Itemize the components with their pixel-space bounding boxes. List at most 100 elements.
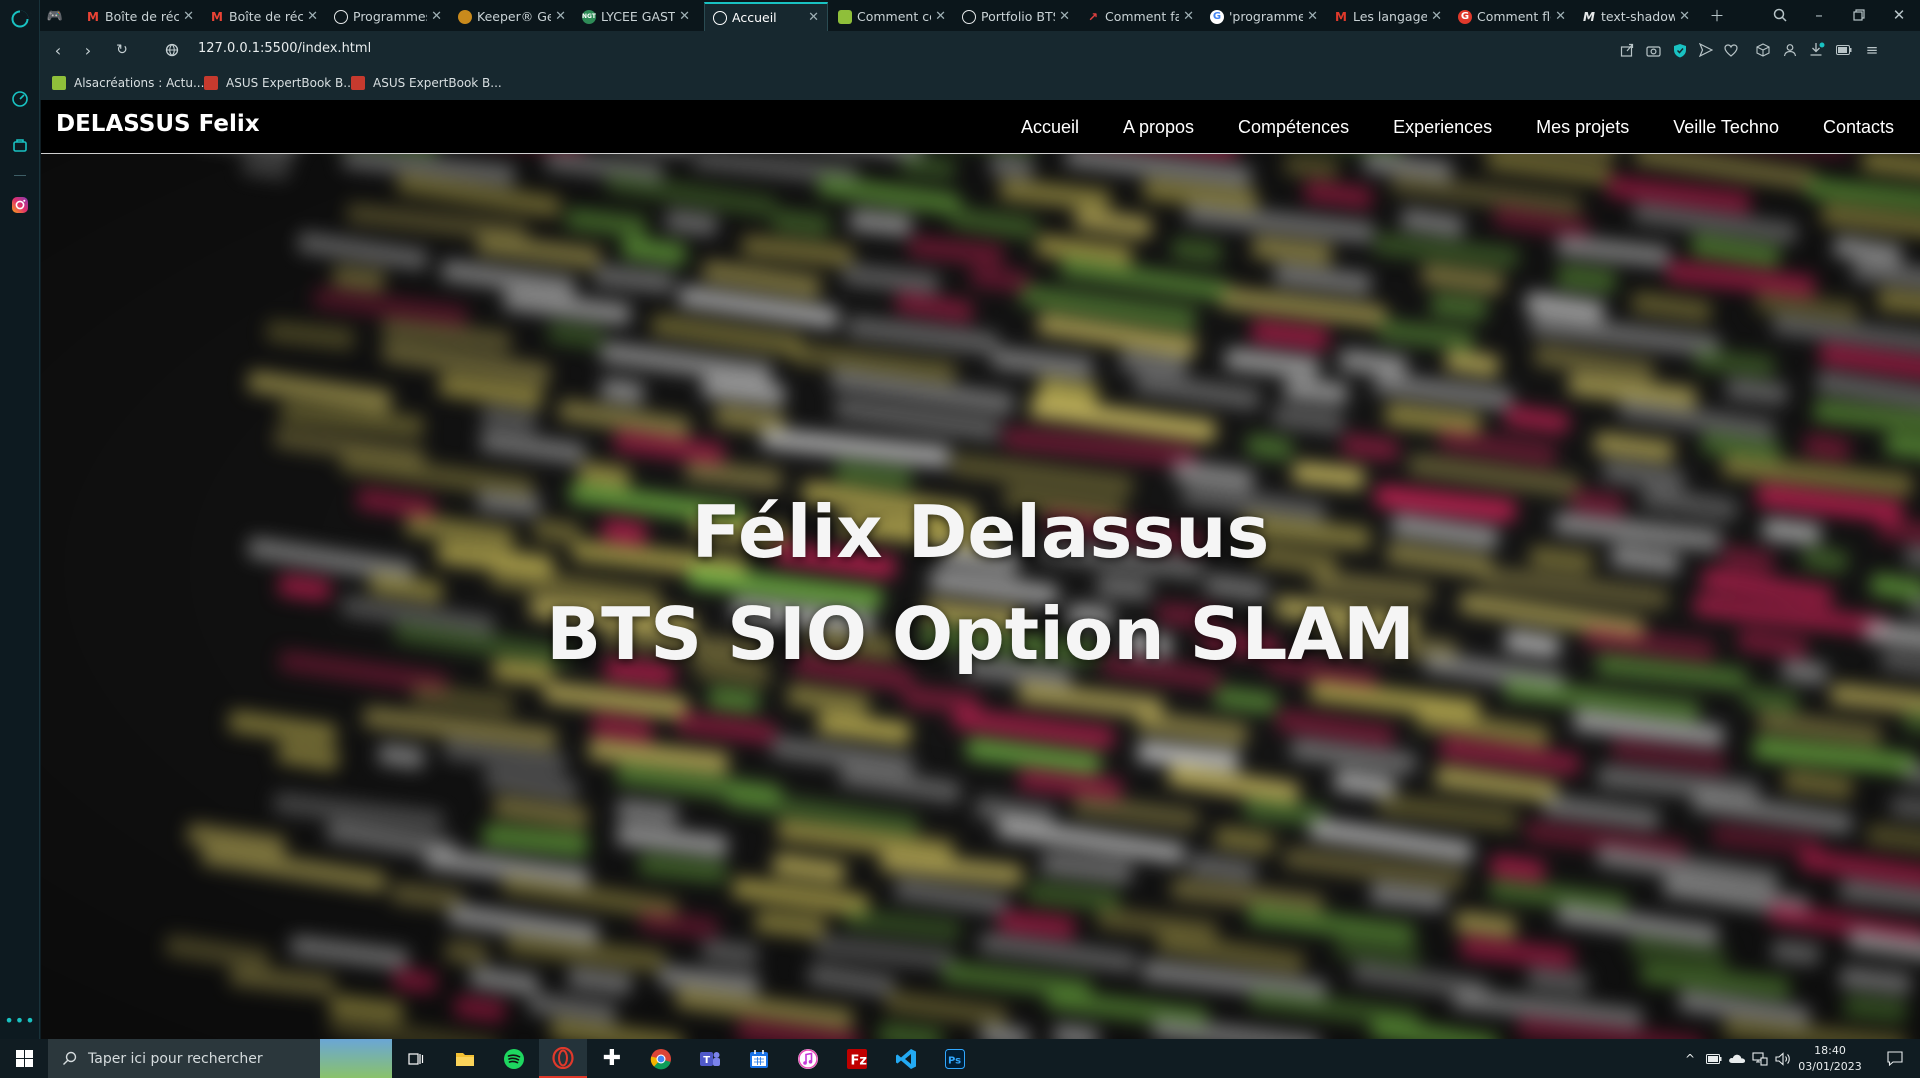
close-tab-icon[interactable]: ✕: [808, 10, 819, 25]
menu-a-propos[interactable]: A propos: [1123, 117, 1194, 138]
profile-icon[interactable]: [1780, 40, 1800, 60]
tab-lycee[interactable]: NGT LYCEE GASTON ✕: [574, 2, 698, 31]
speed-dial-icon[interactable]: [8, 87, 32, 111]
vscode-icon[interactable]: [882, 1039, 930, 1078]
close-tab-icon[interactable]: ✕: [555, 9, 566, 24]
close-tab-icon[interactable]: ✕: [1059, 9, 1070, 24]
tab-gmail-2[interactable]: M Boîte de récep ✕: [202, 2, 326, 31]
forward-icon[interactable]: ›: [76, 38, 100, 62]
site-brand[interactable]: DELASSUS Felix: [56, 111, 260, 137]
tab-comment-flotter[interactable]: G Comment flo ✕: [1450, 2, 1574, 31]
menu-accueil[interactable]: Accueil: [1021, 117, 1079, 138]
chrome-icon[interactable]: [637, 1039, 685, 1078]
share-icon[interactable]: [1617, 40, 1637, 60]
close-window-icon[interactable]: ✕: [1888, 4, 1910, 26]
close-tab-icon[interactable]: ✕: [1555, 9, 1566, 24]
alsacreations-icon: [838, 9, 852, 24]
tab-portfolio[interactable]: Portfolio BTS ✕: [954, 2, 1078, 31]
send-icon[interactable]: [1696, 40, 1716, 60]
menu-mes-projets[interactable]: Mes projets: [1536, 117, 1629, 138]
url-field[interactable]: 127.0.0.1:5500/index.html: [198, 41, 371, 56]
plus-app-icon[interactable]: ✚: [588, 1039, 636, 1078]
network-icon[interactable]: [1749, 1039, 1771, 1078]
reload-icon[interactable]: ↻: [110, 38, 134, 62]
opera-gx-logo-icon[interactable]: [8, 7, 32, 31]
google-icon: G: [1210, 9, 1224, 24]
spotify-icon[interactable]: [490, 1039, 538, 1078]
notifications-icon[interactable]: [1873, 1039, 1917, 1078]
close-tab-icon[interactable]: ✕: [935, 9, 946, 24]
search-tabs-icon[interactable]: [1769, 4, 1791, 26]
battery-icon[interactable]: [1703, 1039, 1725, 1078]
snapshot-icon[interactable]: [1643, 40, 1663, 60]
bookmark-asus-2[interactable]: ASUS ExpertBook B...: [351, 76, 502, 90]
photoshop-icon[interactable]: Ps: [931, 1039, 979, 1078]
opera-gx-taskbar-icon[interactable]: [539, 1039, 587, 1078]
onedrive-icon[interactable]: [1726, 1039, 1748, 1078]
search-icon: [63, 1051, 77, 1065]
svg-text:Fz: Fz: [851, 1053, 867, 1068]
instagram-icon[interactable]: [8, 193, 32, 217]
site-info-icon[interactable]: [160, 38, 184, 62]
tab-pinned-gx[interactable]: 🎮: [40, 2, 70, 31]
tab-langages[interactable]: M Les langages ✕: [1326, 2, 1450, 31]
close-tab-icon[interactable]: ✕: [431, 9, 442, 24]
tab-gmail-1[interactable]: M Boîte de récep ✕: [78, 2, 202, 31]
menu-competences[interactable]: Compétences: [1238, 117, 1349, 138]
close-tab-icon[interactable]: ✕: [1431, 9, 1442, 24]
gift-icon: [204, 76, 218, 90]
g-icon: G: [1458, 9, 1472, 24]
svg-text:Ps: Ps: [948, 1055, 961, 1066]
globe-icon: [334, 9, 348, 24]
tab-text-shadow[interactable]: M text-shadow ✕: [1574, 2, 1698, 31]
battery-saver-icon[interactable]: [1834, 40, 1854, 60]
close-tab-icon[interactable]: ✕: [1307, 9, 1318, 24]
close-tab-icon[interactable]: ✕: [1183, 9, 1194, 24]
extensions-cube-icon[interactable]: [1753, 40, 1773, 60]
gx-corner-icon[interactable]: [8, 133, 32, 157]
close-tab-icon[interactable]: ✕: [307, 9, 318, 24]
gmail-icon: M: [211, 9, 223, 24]
tab-programmes[interactable]: Programmes ✕: [326, 2, 450, 31]
minimize-icon[interactable]: –: [1808, 4, 1830, 26]
keeper-icon: [458, 9, 472, 24]
vpn-shield-icon[interactable]: [1670, 40, 1690, 60]
menu-contacts[interactable]: Contacts: [1823, 117, 1894, 138]
windows-start-icon[interactable]: [0, 1039, 48, 1078]
tab-comment-faire[interactable]: ↗ Comment fair ✕: [1078, 2, 1202, 31]
tab-keeper[interactable]: Keeper® Gen ✕: [450, 2, 574, 31]
more-options-icon[interactable]: •••: [4, 1008, 34, 1032]
clock-date: 03/01/2023: [1798, 1060, 1862, 1073]
tab-google-search[interactable]: G 'programme ✕: [1202, 2, 1326, 31]
bookmark-alsacreations[interactable]: Alsacréations : Actu...: [52, 76, 204, 90]
new-tab-icon[interactable]: ＋: [1706, 4, 1728, 26]
calendar-icon[interactable]: [735, 1039, 783, 1078]
downloads-icon[interactable]: [1807, 40, 1827, 60]
tab-accueil[interactable]: Accueil ✕: [704, 2, 828, 31]
globe-icon: [962, 9, 976, 24]
gmail-icon: M: [87, 9, 99, 24]
site-navbar: DELASSUS Felix Accueil A propos Compéten…: [41, 100, 1920, 154]
show-hidden-icons-icon[interactable]: ^: [1680, 1039, 1700, 1078]
close-tab-icon[interactable]: ✕: [679, 9, 690, 24]
taskbar-clock[interactable]: 18:40 03/01/2023: [1790, 1043, 1870, 1075]
close-tab-icon[interactable]: ✕: [1679, 9, 1690, 24]
menu-experiences[interactable]: Experiences: [1393, 117, 1492, 138]
filezilla-icon[interactable]: Fz: [833, 1039, 881, 1078]
taskbar-search-field[interactable]: Taper ici pour rechercher: [48, 1039, 392, 1078]
task-view-icon[interactable]: [392, 1039, 440, 1078]
menu-veille-techno[interactable]: Veille Techno: [1673, 117, 1779, 138]
heart-icon[interactable]: [1721, 40, 1741, 60]
restore-icon[interactable]: [1848, 4, 1870, 26]
itunes-icon[interactable]: [784, 1039, 832, 1078]
address-bar: ‹ › ↻ 127.0.0.1:5500/index.html ≡: [40, 31, 1920, 69]
easy-setup-menu-icon[interactable]: ≡: [1862, 40, 1882, 60]
close-tab-icon[interactable]: ✕: [183, 9, 194, 24]
bookmark-asus-1[interactable]: ASUS ExpertBook B...: [204, 76, 355, 90]
tab-strip: 🎮 M Boîte de récep ✕ M Boîte de récep ✕ …: [40, 0, 1920, 31]
tab-comment-centrer[interactable]: Comment cen ✕: [830, 2, 954, 31]
back-icon[interactable]: ‹: [46, 38, 70, 62]
file-explorer-icon[interactable]: [441, 1039, 489, 1078]
hero-name: Félix Delassus: [691, 490, 1270, 574]
teams-icon[interactable]: T: [686, 1039, 734, 1078]
